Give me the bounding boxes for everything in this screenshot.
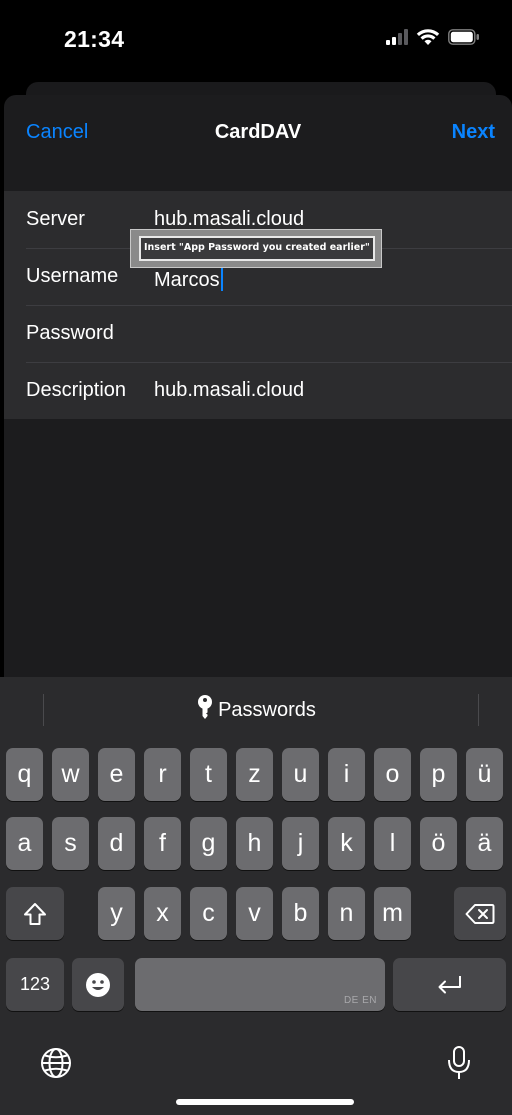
key-a-umlaut[interactable]: ä	[466, 817, 503, 870]
key-p[interactable]: p	[420, 748, 457, 801]
status-time: 21:34	[64, 26, 125, 52]
key-o-umlaut[interactable]: ö	[420, 817, 457, 870]
page-title: CardDAV	[214, 121, 302, 143]
key-e[interactable]: e	[98, 748, 135, 801]
key-icon	[198, 695, 213, 719]
next-button[interactable]: Next	[452, 121, 495, 144]
server-label: Server	[26, 208, 85, 230]
description-label: Description	[26, 379, 127, 401]
password-row[interactable]: Password	[4, 305, 512, 362]
emoji-icon	[86, 972, 110, 997]
battery-icon	[448, 29, 479, 45]
return-icon	[438, 975, 461, 993]
keyboard: Passwords q w e r t z u i o p ü a s d f …	[0, 677, 512, 1115]
microphone-icon	[448, 1046, 470, 1079]
key-g[interactable]: g	[190, 817, 227, 870]
key-i[interactable]: i	[328, 748, 365, 801]
space-key[interactable]: DE EN	[135, 958, 385, 1011]
passwords-label: Passwords	[218, 699, 316, 721]
space-language-label: DE EN	[343, 995, 377, 1006]
key-a[interactable]: a	[6, 817, 43, 870]
username-field-wrap[interactable]: Marcos	[154, 265, 223, 292]
cellular-signal-icon	[386, 29, 408, 45]
username-label: Username	[26, 265, 119, 287]
username-field[interactable]: Marcos	[154, 269, 220, 291]
key-n[interactable]: n	[328, 887, 365, 940]
delete-key[interactable]	[454, 887, 506, 940]
key-s[interactable]: s	[52, 817, 89, 870]
return-key[interactable]	[393, 958, 506, 1011]
annotation-callout: Insert "App Password you created earlier…	[130, 229, 382, 268]
dictation-button[interactable]	[446, 1045, 472, 1086]
suggestion-bar: Passwords	[0, 677, 512, 741]
key-z[interactable]: z	[236, 748, 273, 801]
globe-button[interactable]	[40, 1047, 72, 1084]
description-field[interactable]: hub.masali.cloud	[154, 379, 304, 402]
numbers-key[interactable]: 123	[6, 958, 64, 1011]
carddav-sheet: Cancel CardDAV Next Server hub.masali.cl…	[4, 95, 512, 677]
emoji-key[interactable]	[72, 958, 124, 1011]
key-b[interactable]: b	[282, 887, 319, 940]
account-form: Server hub.masali.cloud Username Marcos …	[4, 191, 512, 419]
key-y[interactable]: y	[98, 887, 135, 940]
shift-key[interactable]	[6, 887, 64, 940]
description-row[interactable]: Description hub.masali.cloud	[4, 362, 512, 419]
server-field[interactable]: hub.masali.cloud	[154, 208, 304, 231]
key-w[interactable]: w	[52, 748, 89, 801]
status-bar: 21:34	[0, 0, 512, 84]
delete-icon	[465, 903, 495, 924]
wifi-icon	[416, 29, 440, 45]
key-u[interactable]: u	[282, 748, 319, 801]
password-label: Password	[26, 322, 114, 344]
status-icons	[386, 28, 480, 46]
annotation-text: Insert "App Password you created earlier…	[139, 236, 375, 261]
key-l[interactable]: l	[374, 817, 411, 870]
key-m[interactable]: m	[374, 887, 411, 940]
key-v[interactable]: v	[236, 887, 273, 940]
key-k[interactable]: k	[328, 817, 365, 870]
key-h[interactable]: h	[236, 817, 273, 870]
shift-icon	[24, 902, 46, 925]
key-c[interactable]: c	[190, 887, 227, 940]
key-f[interactable]: f	[144, 817, 181, 870]
key-d[interactable]: d	[98, 817, 135, 870]
key-q[interactable]: q	[6, 748, 43, 801]
key-x[interactable]: x	[144, 887, 181, 940]
key-r[interactable]: r	[144, 748, 181, 801]
key-o[interactable]: o	[374, 748, 411, 801]
passwords-suggestion[interactable]: Passwords	[0, 695, 512, 722]
globe-icon	[41, 1048, 71, 1078]
nav-bar: Cancel CardDAV Next	[4, 95, 512, 191]
key-t[interactable]: t	[190, 748, 227, 801]
key-j[interactable]: j	[282, 817, 319, 870]
key-u-umlaut[interactable]: ü	[466, 748, 503, 801]
text-cursor	[220, 265, 223, 291]
home-indicator[interactable]	[176, 1099, 354, 1105]
